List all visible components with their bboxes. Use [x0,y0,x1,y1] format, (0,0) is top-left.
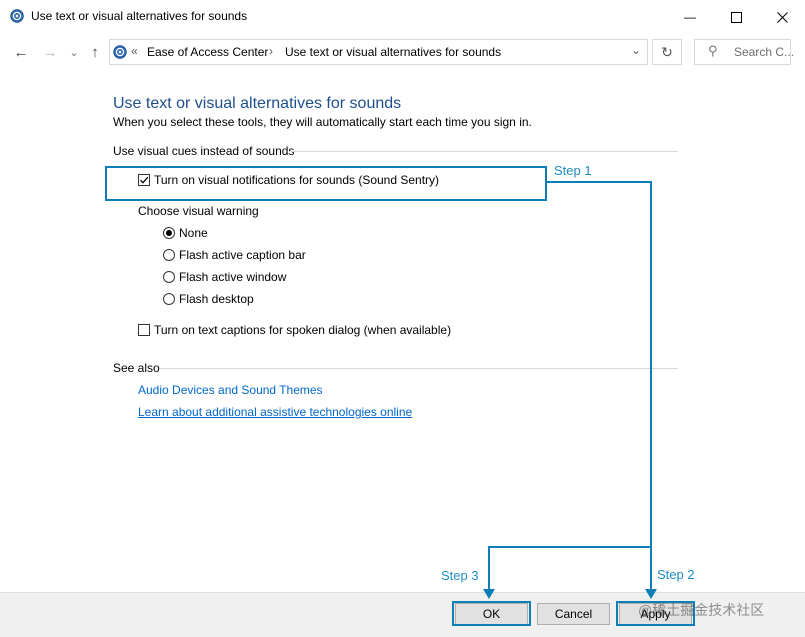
radio-flash-desktop-label[interactable]: Flash desktop [179,292,254,306]
back-arrow-icon: ← [13,43,29,61]
refresh-icon: ↻ [661,43,673,60]
up-arrow-icon: ↑ [91,43,99,61]
link-audio-devices-sound-themes[interactable]: Audio Devices and Sound Themes [138,383,323,397]
cancel-button[interactable]: Cancel [537,603,610,625]
radio-flash-caption-bar[interactable] [163,249,175,261]
step2-label: Step 2 [657,567,695,582]
step3-label: Step 3 [441,568,479,583]
see-also-divider [160,368,678,369]
minimize-button[interactable]: — [667,0,713,34]
radio-flash-active-window[interactable] [163,271,175,283]
step2-connector [650,181,652,593]
visual-warning-label: Choose visual warning [138,204,259,218]
refresh-button[interactable]: ↻ [652,39,682,65]
maximize-button[interactable] [713,0,759,34]
step1-label: Step 1 [554,163,592,178]
step3-arrowhead-icon [483,589,495,599]
step3-connector [488,546,652,548]
section-divider [289,151,678,152]
forward-button[interactable]: → [40,42,60,62]
step1-highlight-box [105,166,547,201]
radio-flash-desktop[interactable] [163,293,175,305]
address-dropdown-icon[interactable]: ⌄ [631,43,641,57]
up-button[interactable]: ↑ [85,42,105,62]
radio-flash-active-window-label[interactable]: Flash active window [179,270,286,284]
text-captions-label[interactable]: Turn on text captions for spoken dialog … [154,323,451,337]
visual-cues-section-label: Use visual cues instead of sounds [113,144,295,158]
step3-highlight-box [452,601,531,626]
ease-of-access-icon [10,9,24,23]
see-also-label: See also [113,361,160,375]
close-icon [776,11,788,23]
breadcrumb-separator-icon: › [269,44,273,58]
watermark: @稀土掘金技术社区 [638,602,765,618]
breadcrumb-ease-of-access-center[interactable]: Ease of Access Center [147,45,268,59]
radio-none-label[interactable]: None [179,226,208,240]
link-assistive-technologies[interactable]: Learn about additional assistive technol… [138,405,412,419]
maximize-icon [730,11,742,23]
chevron-down-icon: ⌄ [69,46,79,59]
page-title: Use text or visual alternatives for soun… [113,95,402,112]
forward-arrow-icon: → [42,43,58,61]
minimize-icon: — [684,10,696,24]
search-icon: ⚲ [708,43,718,58]
radio-none[interactable] [163,227,175,239]
step3-down-connector [488,546,490,593]
back-button[interactable]: ← [11,42,31,62]
step2-arrowhead-icon [645,589,657,599]
ease-of-access-location-icon [113,45,127,59]
text-captions-checkbox[interactable] [138,324,150,336]
close-button[interactable] [759,0,805,34]
recent-locations-button[interactable]: ⌄ [64,42,84,62]
radio-flash-caption-bar-label[interactable]: Flash active caption bar [179,248,306,262]
page-subtitle: When you select these tools, they will a… [113,115,532,129]
window-title: Use text or visual alternatives for soun… [31,9,248,23]
step1-connector [547,181,652,183]
breadcrumb-overflow-icon[interactable]: « [131,44,138,58]
search-input-placeholder[interactable]: Search C... [734,45,794,59]
breadcrumb-current-page[interactable]: Use text or visual alternatives for soun… [285,45,501,59]
